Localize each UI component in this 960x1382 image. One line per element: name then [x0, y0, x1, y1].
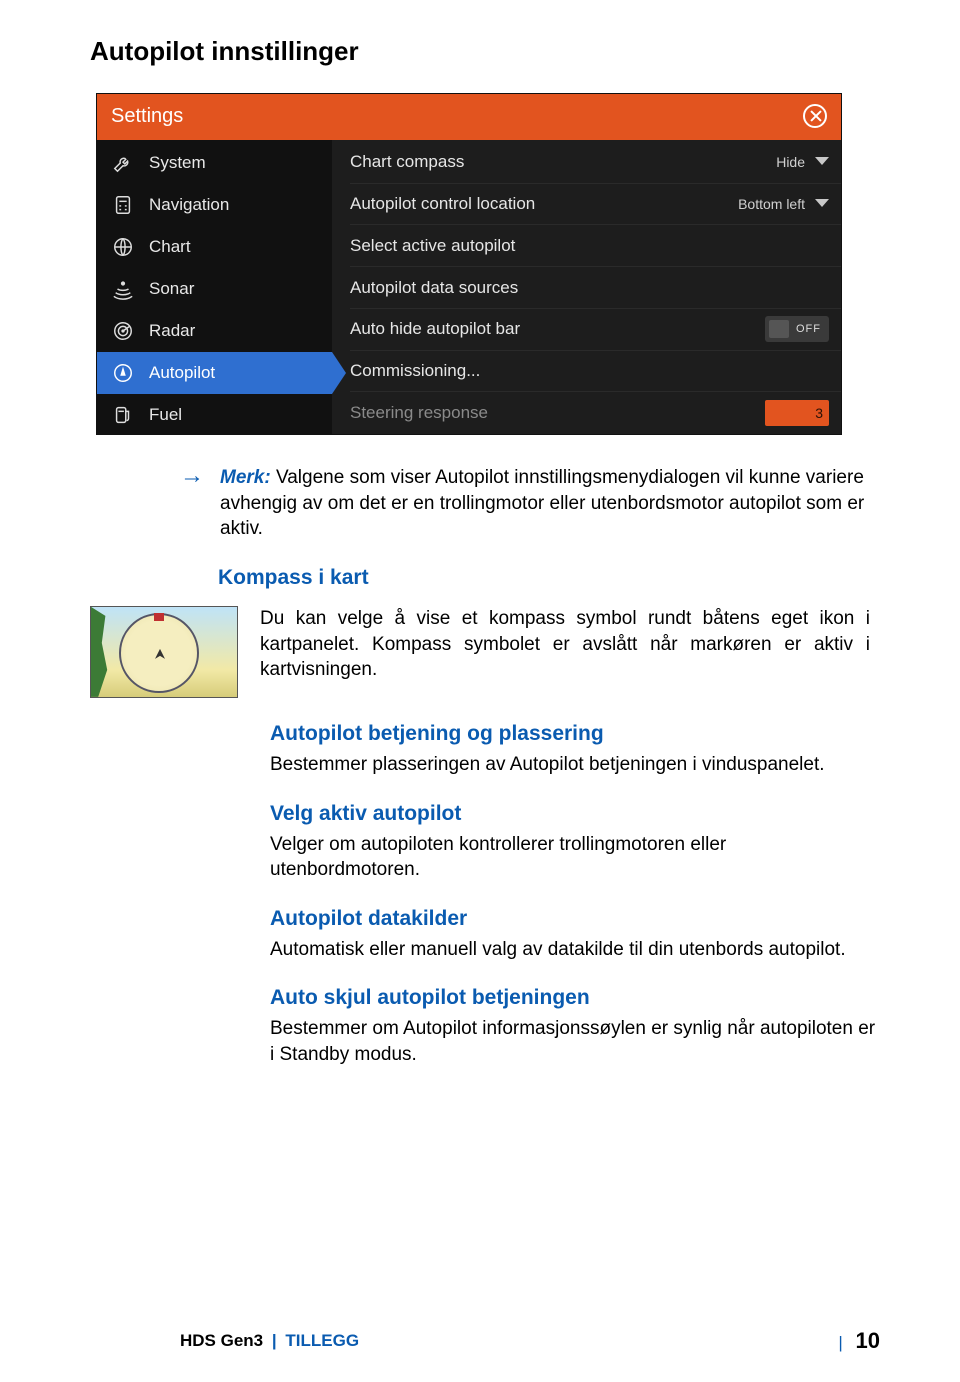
section-head-betjening: Autopilot betjening og plassering	[270, 722, 880, 746]
section-head-velg-aktiv: Velg aktiv autopilot	[270, 802, 880, 826]
option-commissioning[interactable]: Commissioning...	[350, 351, 841, 393]
sidebar-item-system[interactable]: System	[97, 142, 332, 184]
sidebar-item-sonar[interactable]: Sonar	[97, 268, 332, 310]
section-head-auto-skjul: Auto skjul autopilot betjeningen	[270, 986, 880, 1010]
option-label: Autopilot data sources	[350, 278, 518, 298]
settings-options: Chart compass Hide Autopilot control loc…	[332, 140, 841, 434]
option-label: Autopilot control location	[350, 194, 535, 214]
settings-title: Settings	[111, 105, 183, 128]
sidebar-item-label: Fuel	[149, 405, 182, 425]
section-head-datakilder: Autopilot datakilder	[270, 907, 880, 931]
arrow-right-icon: →	[180, 465, 204, 487]
option-chart-compass[interactable]: Chart compass Hide	[350, 142, 841, 184]
sidebar-item-chart[interactable]: Chart	[97, 226, 332, 268]
close-icon[interactable]	[803, 104, 827, 128]
sidebar-item-label: Radar	[149, 321, 195, 341]
sonar-icon	[111, 277, 135, 301]
option-label: Steering response	[350, 403, 488, 423]
chevron-down-icon	[815, 157, 829, 167]
footer-addendum: TILLEGG	[285, 1331, 359, 1350]
fuel-icon	[111, 403, 135, 427]
steering-response-slider[interactable]: 3	[765, 400, 829, 426]
radar-icon	[111, 319, 135, 343]
settings-header: Settings	[97, 94, 841, 140]
option-value: Bottom left	[738, 196, 805, 212]
option-select-active-autopilot[interactable]: Select active autopilot	[350, 225, 841, 267]
section-text: Bestemmer plasseringen av Autopilot betj…	[270, 752, 880, 778]
section-text: Bestemmer om Autopilot informasjonssøyle…	[270, 1016, 880, 1067]
sidebar-item-autopilot[interactable]: Autopilot	[97, 352, 332, 394]
sidebar-item-radar[interactable]: Radar	[97, 310, 332, 352]
calculator-icon	[111, 193, 135, 217]
globe-icon	[111, 235, 135, 259]
option-steering-response[interactable]: Steering response 3	[350, 392, 841, 434]
wrench-icon	[111, 151, 135, 175]
autopilot-icon	[111, 361, 135, 385]
sidebar-item-label: System	[149, 153, 206, 173]
page-title: Autopilot innstillinger	[90, 36, 880, 67]
settings-panel: Settings System Navigation Chart	[96, 93, 842, 435]
sidebar-item-label: Sonar	[149, 279, 194, 299]
note-label: Merk:	[220, 467, 271, 488]
footer-product: HDS Gen3	[180, 1331, 263, 1350]
section-head-kompass: Kompass i kart	[218, 566, 880, 590]
chevron-down-icon	[815, 199, 829, 209]
option-label: Commissioning...	[350, 361, 480, 381]
section-text: Velger om autopiloten kontrollerer troll…	[270, 832, 880, 883]
sidebar-item-label: Chart	[149, 237, 191, 257]
sidebar-item-label: Navigation	[149, 195, 229, 215]
option-value: Hide	[776, 154, 805, 170]
kompass-paragraph: Du kan velge å vise et kompass symbol ru…	[260, 606, 870, 683]
option-label: Chart compass	[350, 152, 464, 172]
sidebar-item-label: Autopilot	[149, 363, 215, 383]
sidebar-item-navigation[interactable]: Navigation	[97, 184, 332, 226]
option-label: Auto hide autopilot bar	[350, 319, 520, 339]
option-label: Select active autopilot	[350, 236, 515, 256]
note-text: Merk: Valgene som viser Autopilot innsti…	[220, 465, 880, 542]
page-number: 10	[856, 1328, 880, 1353]
sidebar-item-fuel[interactable]: Fuel	[97, 394, 332, 435]
section-text: Automatisk eller manuell valg av datakil…	[270, 937, 880, 963]
settings-sidebar: System Navigation Chart Sonar Radar	[97, 140, 332, 434]
option-data-sources[interactable]: Autopilot data sources	[350, 267, 841, 309]
option-auto-hide-bar[interactable]: Auto hide autopilot bar OFF	[350, 309, 841, 351]
page-footer: HDS Gen3 | TILLEGG | 10	[180, 1328, 880, 1354]
toggle-off[interactable]: OFF	[765, 316, 829, 342]
option-control-location[interactable]: Autopilot control location Bottom left	[350, 184, 841, 226]
compass-chart-image	[90, 606, 238, 698]
